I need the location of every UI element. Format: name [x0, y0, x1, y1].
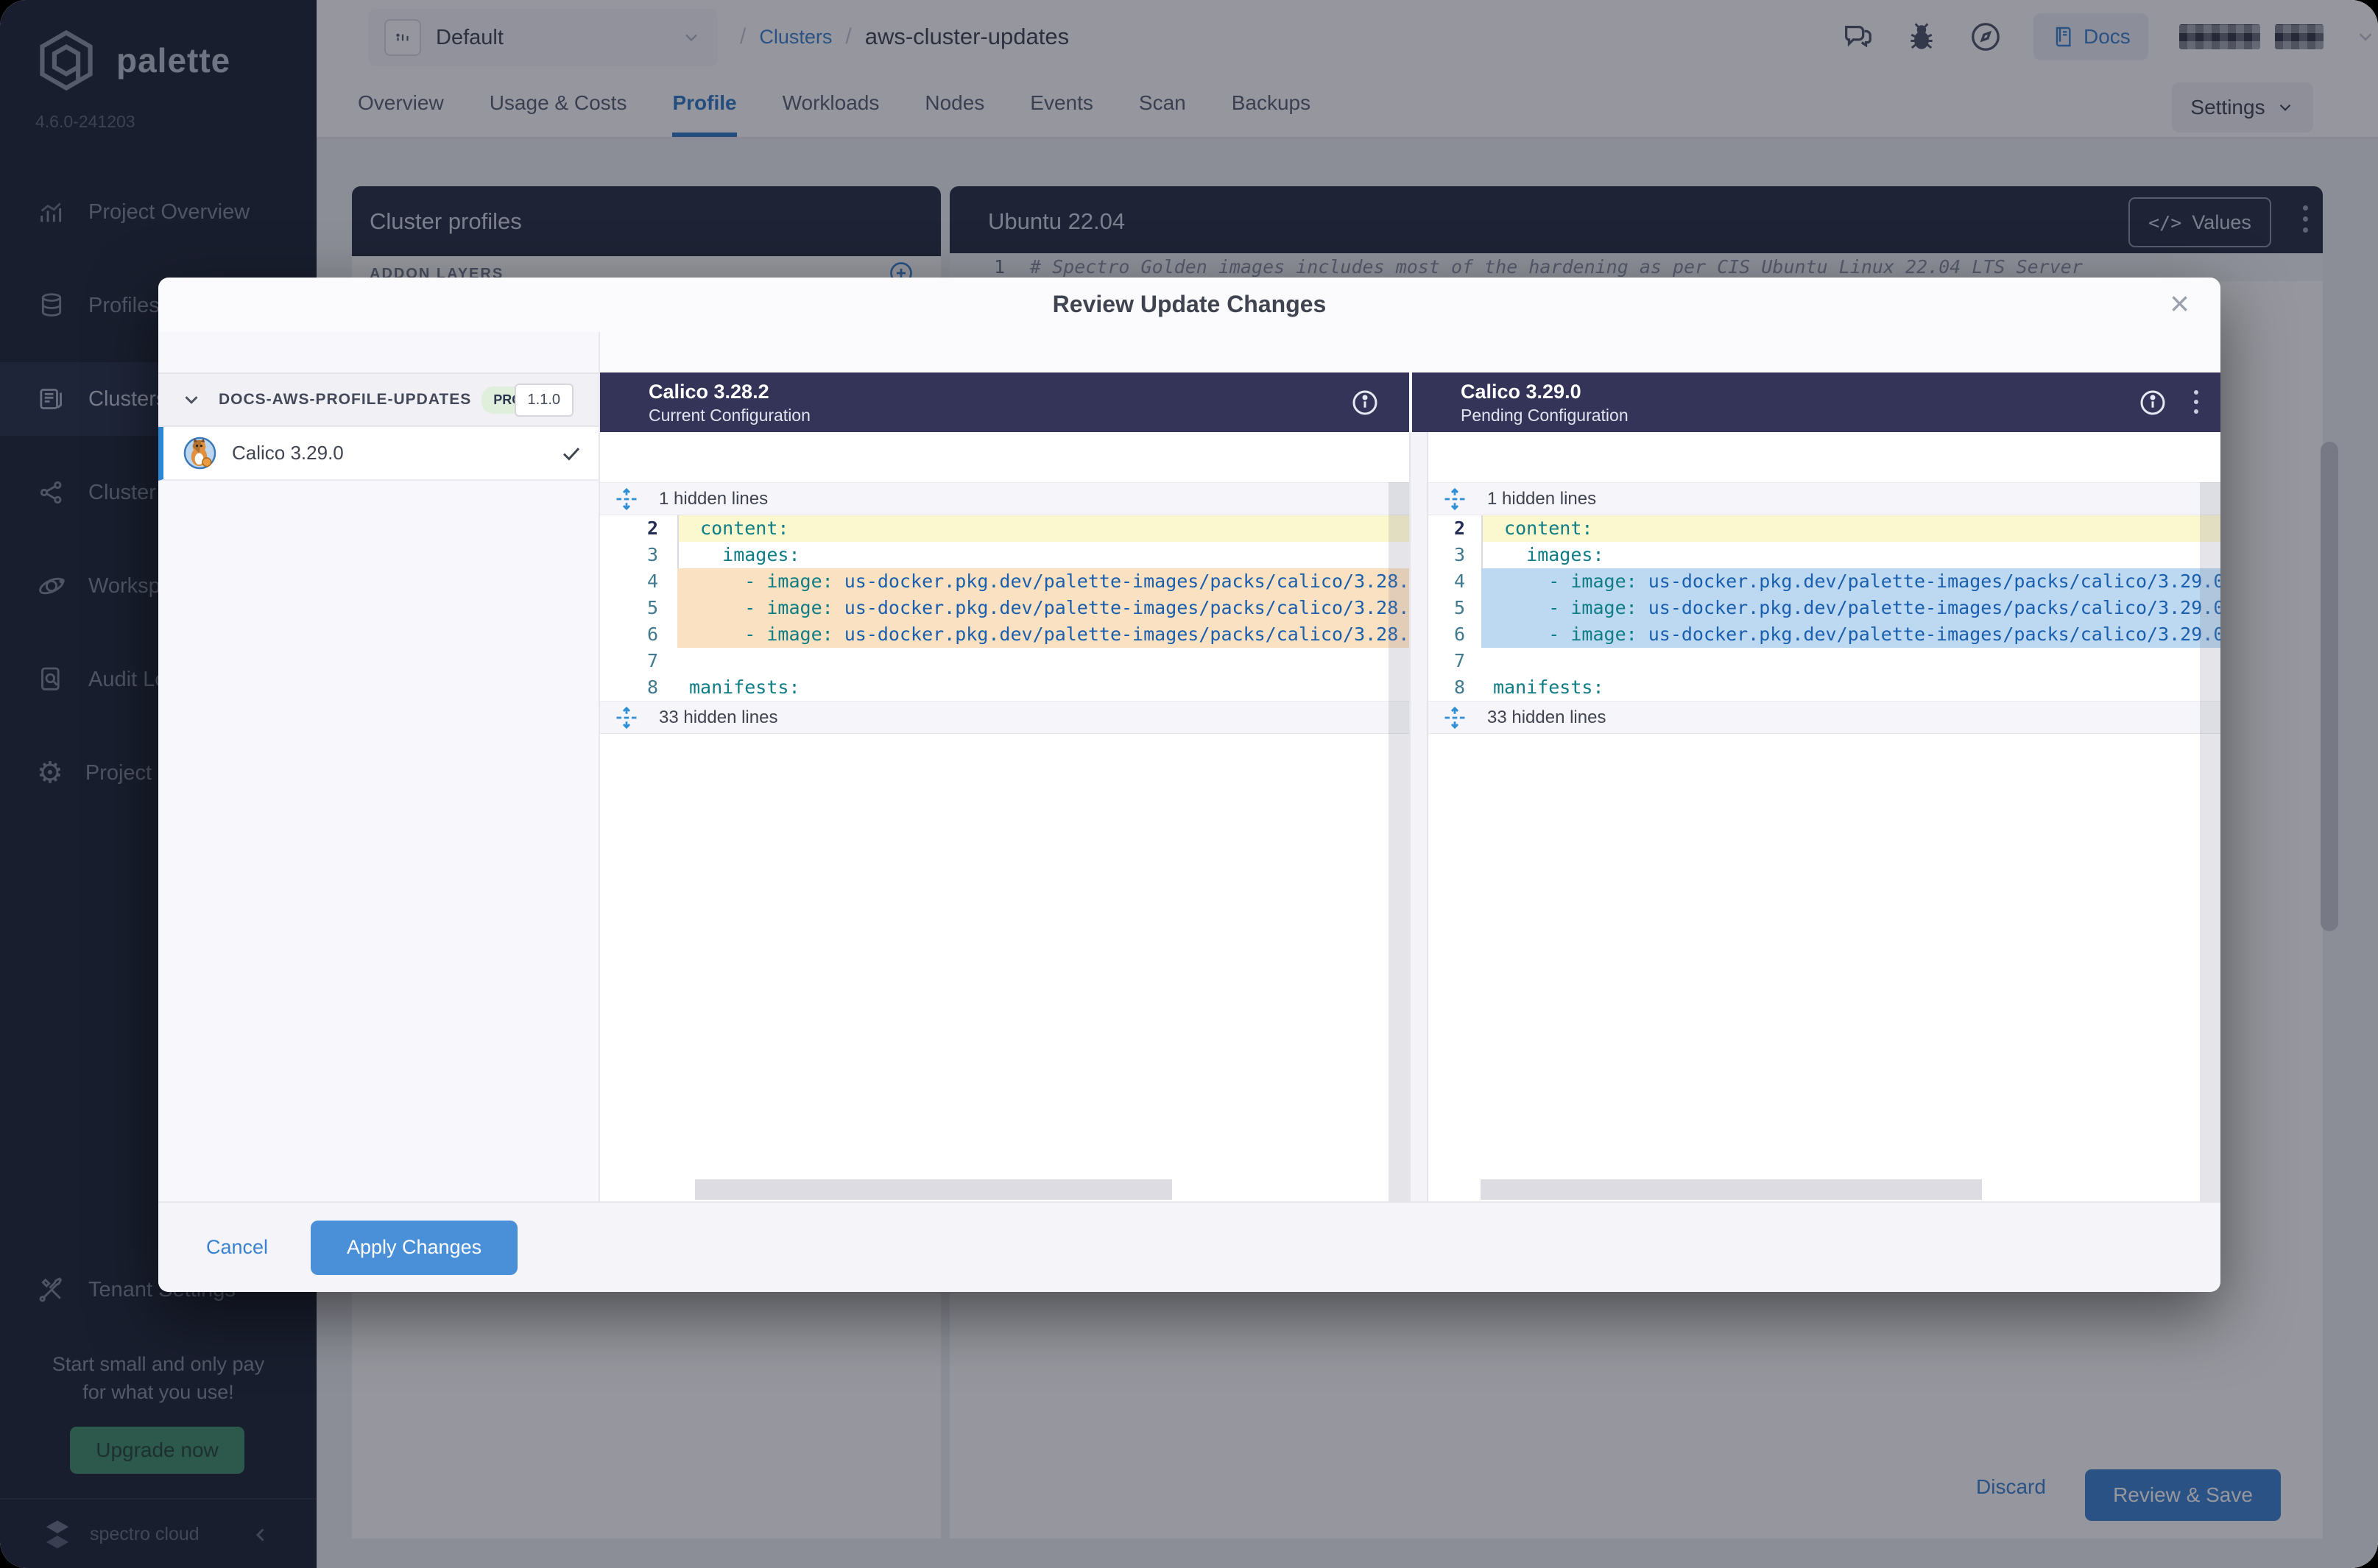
- expand-lines-icon[interactable]: [613, 486, 640, 512]
- modal-footer: Cancel Apply Changes: [158, 1201, 2220, 1292]
- info-icon[interactable]: [2138, 388, 2167, 417]
- code-line: 2 content:: [1428, 515, 2220, 542]
- expand-lines-icon[interactable]: [1442, 704, 1468, 731]
- vertical-scrollbar[interactable]: [1389, 482, 1409, 1201]
- pack-item-label: Calico 3.29.0: [232, 442, 344, 465]
- code-lines: 2 content: 3 images: 4 - image: us-docke…: [1428, 515, 2220, 701]
- vertical-scrollbar[interactable]: [2200, 482, 2220, 1201]
- pack-item-calico[interactable]: Calico 3.29.0: [158, 427, 599, 481]
- code-line: 5 - image: us-docker.pkg.dev/palette-ima…: [1428, 595, 2220, 621]
- current-config-diff-pane: 1 hidden lines 2 content: 3 images: 4 - …: [600, 432, 1409, 1201]
- kebab-menu-icon[interactable]: [2194, 390, 2198, 414]
- current-config-header: Calico 3.28.2 Current Configuration: [600, 372, 1409, 432]
- code-line: 8manifests:: [1428, 674, 2220, 701]
- pending-config-header: Calico 3.29.0 Pending Configuration: [1412, 372, 2220, 432]
- code-lines: 2 content: 3 images: 4 - image: us-docke…: [600, 515, 1409, 701]
- cancel-button[interactable]: Cancel: [191, 1236, 283, 1259]
- modal-title: Review Update Changes: [1053, 291, 1327, 318]
- hidden-lines-label: 1 hidden lines: [659, 489, 768, 509]
- hidden-lines-label: 33 hidden lines: [659, 707, 777, 728]
- pending-pack-title: Calico 3.29.0: [1461, 379, 2220, 404]
- horizontal-scrollbar[interactable]: [695, 1179, 1172, 1200]
- code-line: 6 - image: us-docker.pkg.dev/palette-ima…: [600, 621, 1409, 648]
- modal-header: Review Update Changes ×: [158, 278, 2220, 332]
- current-pack-subtitle: Current Configuration: [649, 404, 1409, 426]
- info-icon[interactable]: [1350, 388, 1380, 417]
- close-icon[interactable]: ×: [2170, 283, 2190, 323]
- hidden-lines-row[interactable]: 1 hidden lines: [1428, 482, 2220, 515]
- check-icon: [560, 442, 582, 465]
- current-pack-title: Calico 3.28.2: [649, 379, 1409, 404]
- code-line: 5 - image: us-docker.pkg.dev/palette-ima…: [600, 595, 1409, 621]
- app-window: Default / Clusters / aws-cluster-updates: [0, 0, 2378, 1568]
- profile-group-label: DOCS-AWS-PROFILE-UPDATES: [219, 391, 471, 409]
- profile-tree-panel: DOCS-AWS-PROFILE-UPDATES PROJ 1.1.0 Cali…: [158, 332, 600, 1201]
- calico-pack-icon: [183, 436, 217, 470]
- code-line: 7: [600, 648, 1409, 674]
- pending-pack-subtitle: Pending Configuration: [1461, 404, 2220, 426]
- review-update-changes-modal: Review Update Changes × DOCS-AWS-PROFILE…: [158, 278, 2220, 1292]
- code-line: 8manifests:: [600, 674, 1409, 701]
- code-line: 4 - image: us-docker.pkg.dev/palette-ima…: [1428, 568, 2220, 595]
- expand-lines-icon[interactable]: [613, 704, 640, 731]
- diff-pane-divider: [1409, 432, 1428, 1201]
- apply-changes-button[interactable]: Apply Changes: [311, 1221, 518, 1275]
- code-line: 7: [1428, 648, 2220, 674]
- horizontal-scrollbar[interactable]: [1481, 1179, 1982, 1200]
- code-line: 3 images:: [600, 542, 1409, 568]
- hidden-lines-row[interactable]: 33 hidden lines: [1428, 701, 2220, 734]
- hidden-lines-label: 1 hidden lines: [1487, 489, 1596, 509]
- expand-lines-icon[interactable]: [1442, 486, 1468, 512]
- profile-group-row[interactable]: DOCS-AWS-PROFILE-UPDATES PROJ 1.1.0: [158, 372, 599, 427]
- code-line: 6 - image: us-docker.pkg.dev/palette-ima…: [1428, 621, 2220, 648]
- pending-config-diff-pane: 1 hidden lines 2 content: 3 images: 4 - …: [1428, 432, 2220, 1201]
- code-line: 3 images:: [1428, 542, 2220, 568]
- code-line: 2 content:: [600, 515, 1409, 542]
- hidden-lines-row[interactable]: 1 hidden lines: [600, 482, 1409, 515]
- hidden-lines-row[interactable]: 33 hidden lines: [600, 701, 1409, 734]
- hidden-lines-label: 33 hidden lines: [1487, 707, 1606, 728]
- chevron-down-icon: [180, 389, 202, 411]
- code-line: 4 - image: us-docker.pkg.dev/palette-ima…: [600, 568, 1409, 595]
- version-badge: 1.1.0: [515, 384, 574, 417]
